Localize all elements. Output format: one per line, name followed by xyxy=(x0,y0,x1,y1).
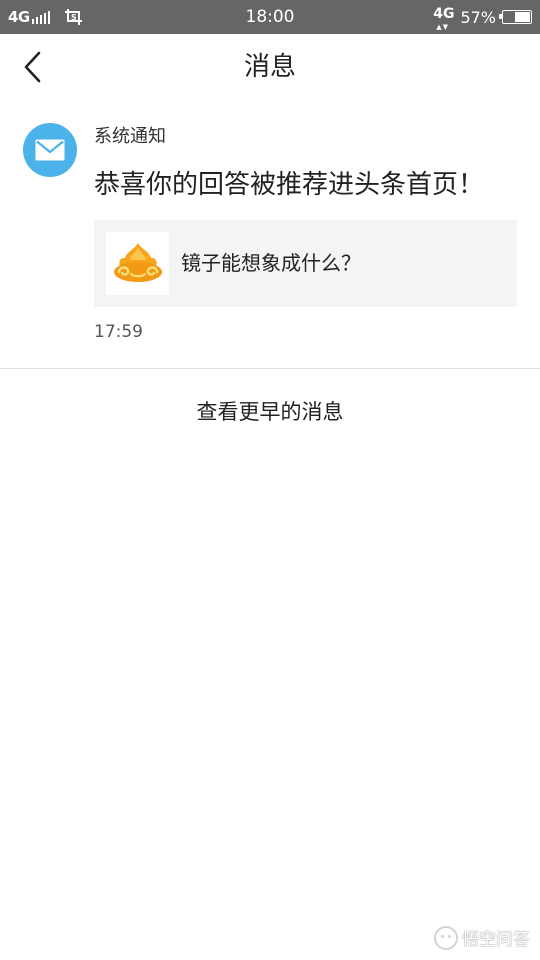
nav-bar: 消息 xyxy=(0,34,540,100)
battery-level-fill xyxy=(515,12,530,22)
watermark-text: 悟空问答 xyxy=(462,930,530,950)
back-button[interactable] xyxy=(16,48,50,86)
message-text: 恭喜你的回答被推荐进头条首页！ xyxy=(94,170,485,200)
battery-icon xyxy=(499,10,532,24)
question-thumbnail xyxy=(106,232,169,295)
wukong-logo-icon xyxy=(434,925,458,950)
data-arrows-icon: ▲▼ xyxy=(436,23,449,31)
battery-percent: 57% xyxy=(460,7,496,27)
question-title: 镜子能想象成什么？ xyxy=(181,251,361,275)
status-bar: 4G S 18:00 4G ▲▼ 57% xyxy=(0,0,540,34)
watermark: 悟空问答 xyxy=(434,925,530,950)
load-earlier-messages-button[interactable]: 查看更早的消息 xyxy=(0,369,540,455)
status-bar-right: 4G ▲▼ 57% xyxy=(433,0,532,34)
chevron-left-icon xyxy=(24,51,41,83)
page-title: 消息 xyxy=(243,52,296,82)
data-network-indicator: 4G ▲▼ xyxy=(433,6,455,31)
message-timestamp: 17:59 xyxy=(94,322,143,342)
golden-cloud-icon xyxy=(113,242,162,282)
system-notification-avatar xyxy=(23,123,77,177)
sender-name: 系统通知 xyxy=(94,126,166,147)
question-link-card[interactable]: 镜子能想象成什么？ xyxy=(94,220,517,307)
network-type-right-label: 4G xyxy=(433,6,455,22)
message-item: 系统通知 恭喜你的回答被推荐进头条首页！ 镜子能想象成什么？ 17:59 xyxy=(0,100,540,368)
mail-icon xyxy=(35,139,65,161)
